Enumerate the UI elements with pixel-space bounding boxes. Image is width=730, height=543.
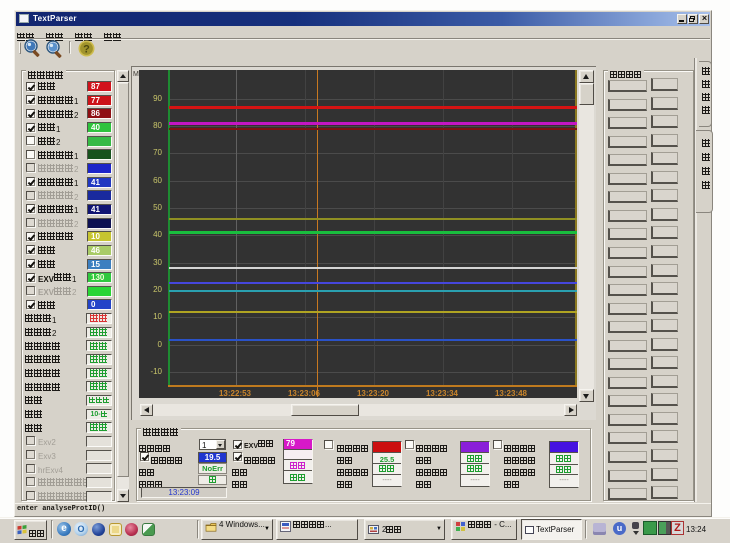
svg-text:?: ? (83, 44, 90, 56)
